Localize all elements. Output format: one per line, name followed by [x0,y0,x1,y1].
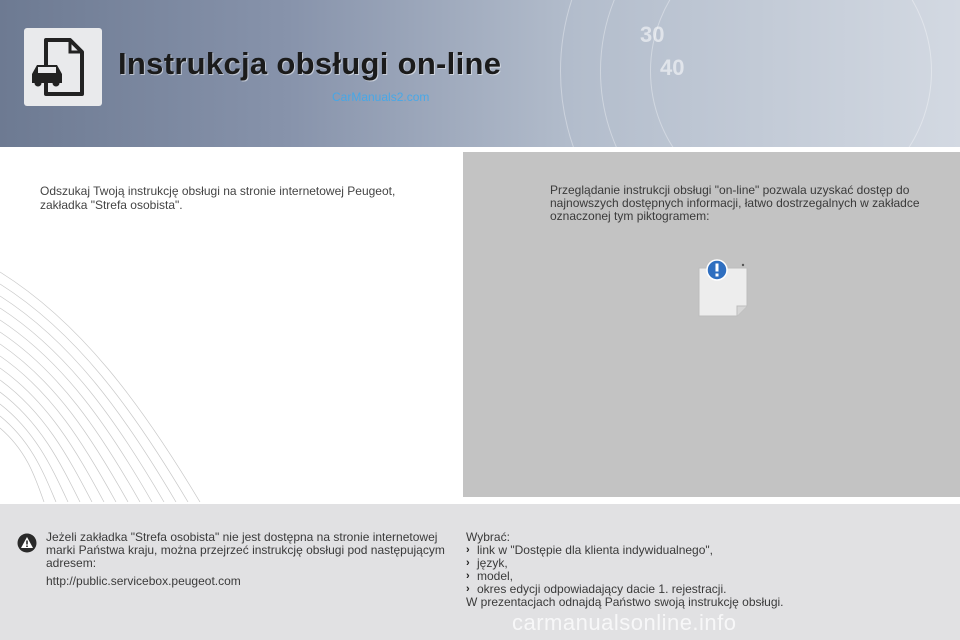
fallback-note-text: Jeżeli zakładka "Strefa osobista" nie je… [46,530,445,570]
intro-text: Odszukaj Twoją instrukcję obsługi na str… [40,184,396,212]
info-panel-text: Przeglądanie instrukcji obsługi "on-line… [550,183,920,223]
warning-icon [17,533,37,553]
fallback-note: Jeżeli zakładka "Strefa osobista" nie je… [46,531,446,588]
car-document-icon [24,28,102,106]
list-item-text: link w "Dostępie dla klienta indywidualn… [477,543,713,557]
footer-text: W prezentacjach odnajdą Państwo swoją in… [466,595,784,609]
info-document-icon [695,258,751,318]
steps-list: Wybrać: › link w "Dostępie dla klienta i… [466,531,906,609]
dial-number: 40 [660,55,685,80]
chevron-right-icon: › [466,544,470,556]
bottom-section: Jeżeli zakładka "Strefa osobista" nie je… [0,504,960,640]
info-panel: Przeglądanie instrukcji obsługi "on-line… [463,152,960,497]
decorative-curves [0,271,201,502]
dial-ring [650,0,932,147]
servicebox-url[interactable]: http://public.servicebox.peugeot.com [46,575,446,588]
chevron-right-icon: › [466,557,470,569]
watermark-link[interactable]: CarManuals2.com [332,90,429,104]
dial-number: 30 [640,22,665,47]
chevron-right-icon: › [466,570,470,582]
watermark-bottom: carmanualsonline.info [512,610,737,635]
list-item: › język, [466,557,906,570]
page-title: Instrukcja obsługi on-line [118,46,502,81]
list-item: › link w "Dostępie dla klienta indywidua… [466,544,906,557]
header-banner: 30 40 Instrukcja obsługi on-line CarManu… [0,0,960,147]
